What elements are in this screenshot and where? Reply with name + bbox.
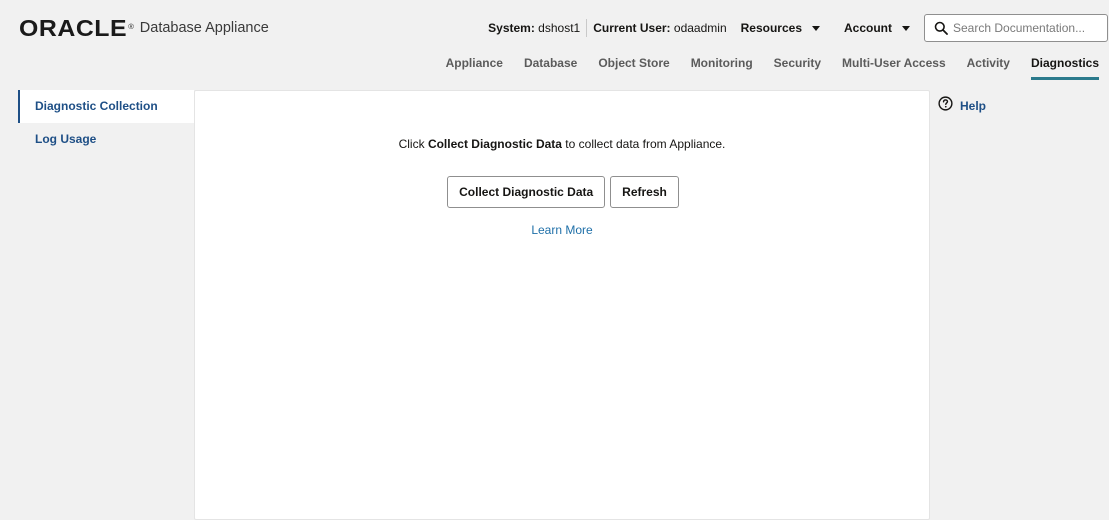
account-menu[interactable]: Account — [844, 21, 910, 35]
tab-activity[interactable]: Activity — [956, 50, 1020, 76]
tab-database[interactable]: Database — [513, 50, 587, 76]
collect-diagnostic-data-button[interactable]: Collect Diagnostic Data — [447, 176, 606, 208]
account-menu-label: Account — [844, 21, 892, 35]
current-user-info: Current User: odaadmin — [593, 21, 727, 35]
tab-object-store[interactable]: Object Store — [587, 50, 679, 76]
learn-more-link[interactable]: Learn More — [531, 223, 592, 237]
question-circle-icon — [938, 96, 953, 116]
system-info: System: dshost1 — [488, 21, 581, 35]
main-navigation: Appliance Database Object Store Monitori… — [435, 50, 1109, 82]
tab-diagnostics[interactable]: Diagnostics — [1020, 50, 1109, 80]
utility-bar: System: dshost1 Current User: odaadmin R… — [488, 13, 1109, 43]
oracle-logo: ORACLE® — [19, 15, 135, 41]
side-navigation: Diagnostic Collection Log Usage — [18, 90, 194, 156]
app-header: ORACLE® Database Appliance System: dshos… — [0, 0, 1109, 82]
action-buttons: Collect Diagnostic Data Refresh — [195, 176, 929, 208]
tab-monitoring[interactable]: Monitoring — [680, 50, 763, 76]
search-input[interactable] — [953, 21, 1099, 35]
product-name: Database Appliance — [139, 20, 269, 36]
refresh-button[interactable]: Refresh — [610, 176, 679, 208]
tab-multi-user-access[interactable]: Multi-User Access — [831, 50, 956, 76]
instruction-text: Click Collect Diagnostic Data to collect… — [398, 137, 726, 151]
search-box[interactable] — [924, 14, 1108, 42]
sidebar-item-log-usage[interactable]: Log Usage — [18, 123, 194, 156]
help-link[interactable]: Help — [938, 96, 986, 116]
caret-down-icon — [902, 25, 910, 31]
divider — [586, 19, 588, 37]
search-icon — [929, 21, 953, 35]
tab-security[interactable]: Security — [763, 50, 831, 76]
help-label: Help — [960, 99, 987, 113]
learn-more-container: Learn More — [195, 223, 929, 237]
resources-menu-label: Resources — [740, 21, 802, 35]
tab-appliance[interactable]: Appliance — [435, 50, 513, 76]
sidebar-item-diagnostic-collection[interactable]: Diagnostic Collection — [18, 90, 194, 123]
caret-down-icon — [812, 25, 820, 31]
resources-menu[interactable]: Resources — [741, 21, 820, 35]
main-content-panel: Click Collect Diagnostic Data to collect… — [194, 90, 930, 520]
brand: ORACLE® Database Appliance — [19, 15, 269, 41]
